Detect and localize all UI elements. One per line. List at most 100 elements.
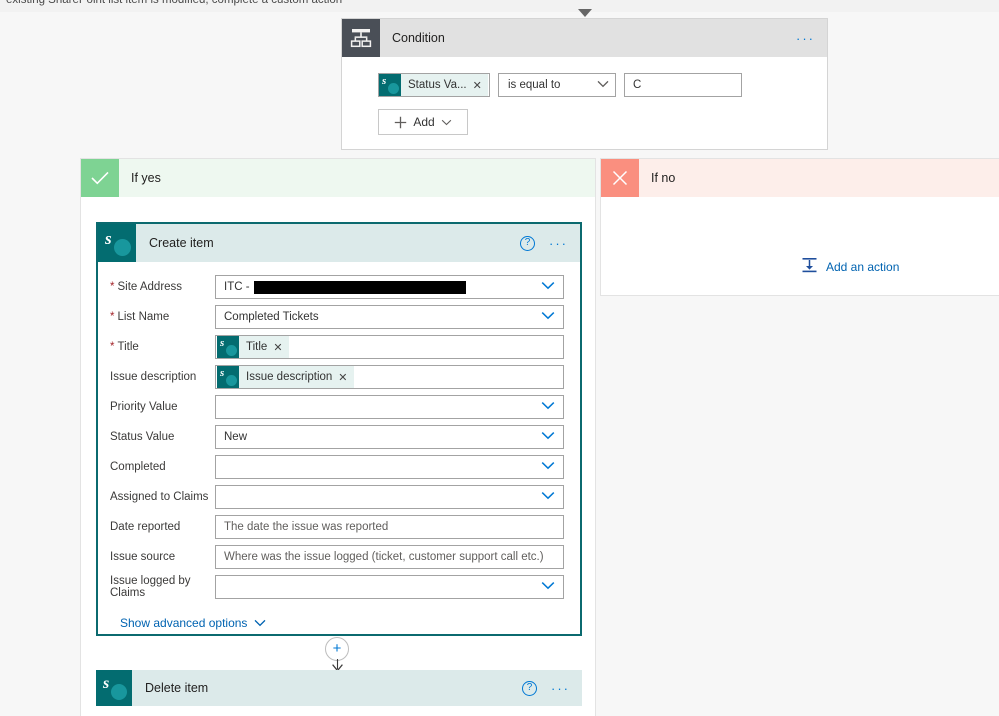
chevron-down-icon <box>541 461 555 473</box>
if-no-header: If no <box>601 159 999 197</box>
dynamic-content-token[interactable]: Issue description ✕ <box>217 366 354 388</box>
field-label-list-name: List Name <box>110 311 215 323</box>
field-label-assigned-to-claims: Assigned to Claims <box>110 491 209 503</box>
field-label-priority-value: Priority Value <box>110 401 178 413</box>
date-reported-input[interactable]: The date the issue was reported <box>215 515 564 539</box>
field-row: Issue description Issue description ✕ <box>110 362 564 392</box>
field-row: Status Value New <box>110 422 564 452</box>
delete-item-card[interactable]: Delete item ? ··· <box>96 670 582 706</box>
create-item-more-button[interactable]: ··· <box>549 237 568 250</box>
field-row: Issue logged by Claims <box>110 572 564 602</box>
chevron-down-icon <box>541 311 555 323</box>
condition-right-operand-input[interactable]: C <box>624 73 742 97</box>
list-name-dropdown[interactable]: Completed Tickets <box>215 305 564 329</box>
show-advanced-options-link[interactable]: Show advanced options <box>120 616 564 630</box>
if-no-label: If no <box>651 171 676 185</box>
show-advanced-options-label: Show advanced options <box>120 616 248 630</box>
create-item-header[interactable]: Create item ? ··· <box>98 224 580 262</box>
dynamic-content-token[interactable]: Title ✕ <box>217 336 289 358</box>
add-step-button[interactable]: + <box>325 637 349 661</box>
issue-source-input[interactable]: Where was the issue logged (ticket, cust… <box>215 545 564 569</box>
condition-operator-select[interactable]: is equal to <box>498 73 616 97</box>
field-label-title: Title <box>110 341 215 353</box>
field-row: List Name Completed Tickets <box>110 302 564 332</box>
breadcrumb: existing SharePoint list item is modifie… <box>6 0 343 6</box>
if-yes-header: If yes <box>81 159 595 197</box>
chevron-down-icon <box>541 401 555 413</box>
condition-title: Condition <box>392 31 445 45</box>
add-an-action-button[interactable]: Add an action <box>801 257 899 277</box>
priority-value-dropdown[interactable] <box>215 395 564 419</box>
field-label-issue-description: Issue description <box>110 371 197 383</box>
site-address-value-prefix: ITC - <box>224 281 250 293</box>
chevron-down-icon <box>541 431 555 443</box>
condition-add-label: Add <box>413 115 435 129</box>
title-input[interactable]: Title ✕ <box>215 335 564 359</box>
create-item-card[interactable]: Create item ? ··· Site Address ITC - <box>96 222 582 636</box>
condition-row: Status Va... ✕ is equal to C <box>378 73 827 97</box>
chevron-down-icon <box>441 119 451 125</box>
plus-icon <box>395 116 407 128</box>
if-yes-label: If yes <box>131 171 161 185</box>
insert-step-connector: + <box>325 637 351 672</box>
sharepoint-icon <box>217 366 239 388</box>
field-row: Completed <box>110 452 564 482</box>
sharepoint-icon <box>217 336 239 358</box>
delete-item-more-button[interactable]: ··· <box>551 682 570 695</box>
status-value: New <box>224 431 248 443</box>
clipped-breadcrumb-strip: existing SharePoint list item is modifie… <box>0 0 999 12</box>
field-row: Priority Value <box>110 392 564 422</box>
flow-designer-canvas: existing SharePoint list item is modifie… <box>0 0 999 716</box>
dynamic-content-token[interactable]: Status Va... ✕ <box>379 74 488 96</box>
help-icon[interactable]: ? <box>520 235 535 251</box>
field-label-completed: Completed <box>110 461 166 473</box>
condition-more-button[interactable]: ··· <box>796 32 815 45</box>
chevron-down-icon <box>597 79 609 91</box>
condition-operator-value: is equal to <box>508 79 561 91</box>
condition-add-button[interactable]: Add <box>378 109 468 135</box>
field-row: Issue source Where was the issue logged … <box>110 542 564 572</box>
create-item-title: Create item <box>149 236 214 250</box>
remove-token-icon[interactable]: ✕ <box>473 79 482 92</box>
help-icon[interactable]: ? <box>522 680 537 696</box>
close-icon <box>601 159 639 197</box>
chevron-down-icon <box>541 281 555 293</box>
remove-token-icon[interactable]: ✕ <box>273 341 282 354</box>
remove-token-icon[interactable]: ✕ <box>338 371 347 384</box>
field-label-date-reported: Date reported <box>110 521 181 533</box>
issue-logged-by-claims-dropdown[interactable] <box>215 575 564 599</box>
site-address-dropdown[interactable]: ITC - <box>215 275 564 299</box>
sharepoint-icon <box>98 224 136 262</box>
completed-dropdown[interactable] <box>215 455 564 479</box>
date-reported-placeholder: The date the issue was reported <box>224 521 389 533</box>
field-label-status-value: Status Value <box>110 431 175 443</box>
token-label: Title <box>246 341 268 353</box>
sharepoint-icon <box>96 670 132 706</box>
condition-left-operand[interactable]: Status Va... ✕ <box>378 73 490 97</box>
status-value-dropdown[interactable]: New <box>215 425 564 449</box>
list-name-value: Completed Tickets <box>224 311 319 323</box>
field-label-issue-logged-by-claims: Issue logged by Claims <box>110 575 191 599</box>
chevron-down-icon <box>541 581 555 593</box>
issue-description-input[interactable]: Issue description ✕ <box>215 365 564 389</box>
field-label-site-address: Site Address <box>110 281 215 293</box>
token-label: Status Va... <box>408 79 467 91</box>
condition-value: C <box>633 79 642 91</box>
checkmark-icon <box>81 159 119 197</box>
assigned-to-claims-dropdown[interactable] <box>215 485 564 509</box>
field-row: Site Address ITC - <box>110 272 564 302</box>
field-row: Date reported The date the issue was rep… <box>110 512 564 542</box>
condition-card[interactable]: Condition ··· Status Va... ✕ is equal to <box>341 18 828 150</box>
delete-item-title: Delete item <box>145 681 209 695</box>
field-row: Assigned to Claims <box>110 482 564 512</box>
branch-if-no: If no Add an action <box>600 158 999 296</box>
flow-arrow-down-icon <box>578 9 592 17</box>
field-row: Title Title ✕ <box>110 332 564 362</box>
add-action-label: Add an action <box>826 260 900 274</box>
condition-header[interactable]: Condition ··· <box>342 19 827 57</box>
token-label: Issue description <box>246 371 333 383</box>
redacted-value <box>253 280 466 294</box>
create-item-body: Site Address ITC - List Name Completed T… <box>98 262 580 630</box>
chevron-down-icon <box>254 619 266 627</box>
chevron-down-icon <box>541 491 555 503</box>
